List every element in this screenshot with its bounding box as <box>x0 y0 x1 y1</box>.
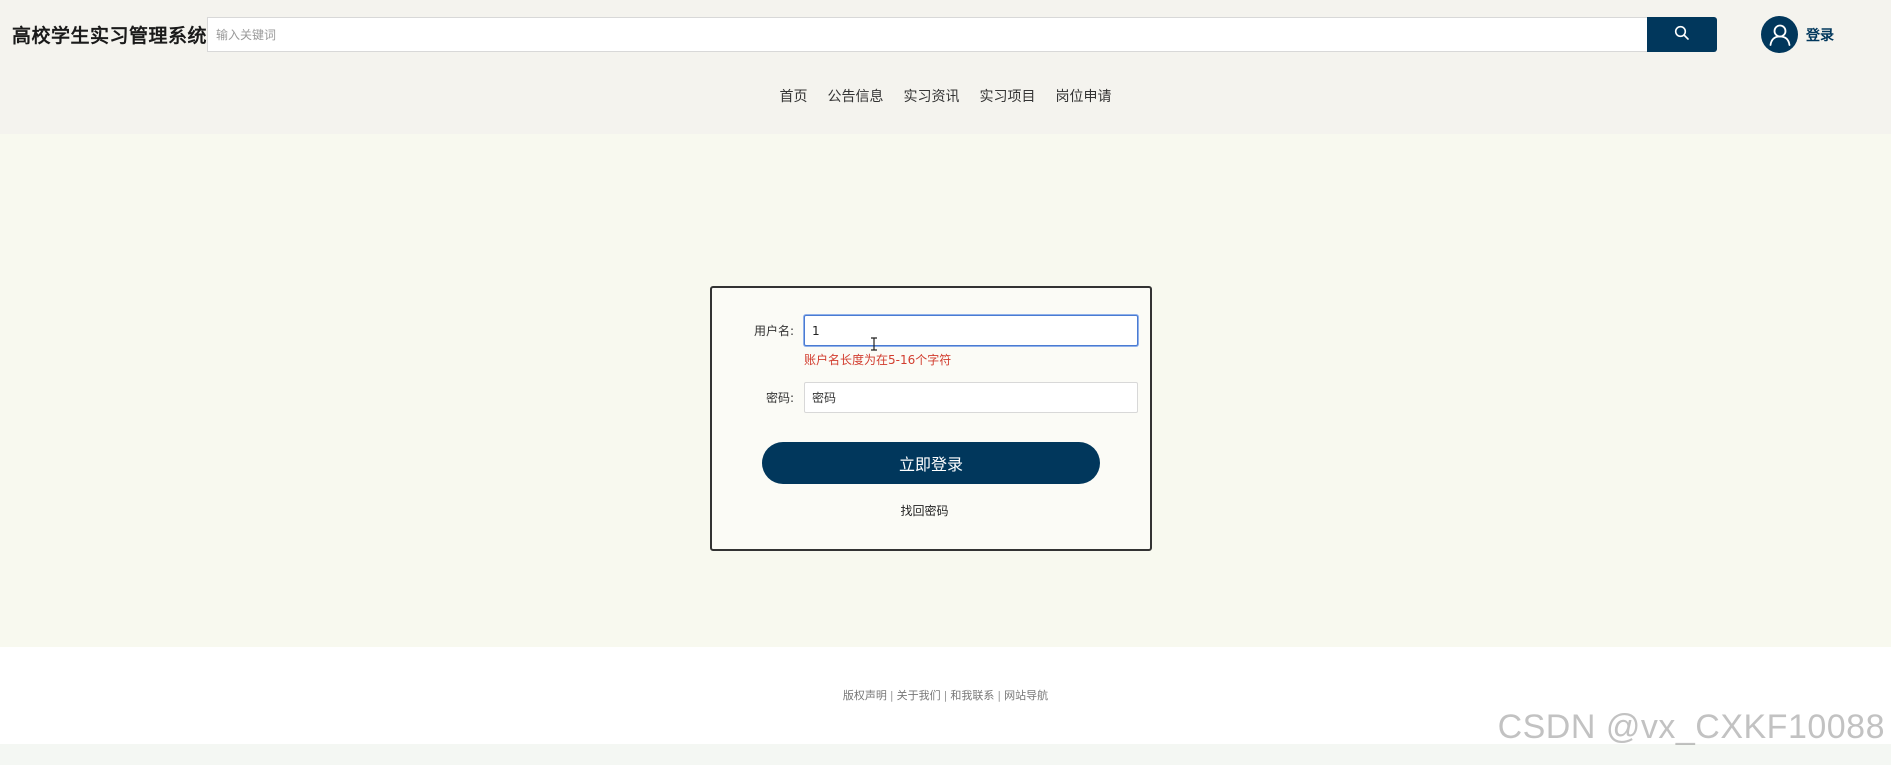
username-input[interactable] <box>804 315 1138 346</box>
footer-separator: | <box>889 689 894 702</box>
nav-item-announcements[interactable]: 公告信息 <box>828 86 884 106</box>
username-label: 用户名: <box>753 324 794 338</box>
search-button[interactable] <box>1647 17 1717 52</box>
footer-link-contact[interactable]: 和我联系 <box>950 689 994 702</box>
nav-item-job-application[interactable]: 岗位申请 <box>1056 86 1112 106</box>
login-link[interactable]: 登录 <box>1806 25 1834 45</box>
nav-item-internship-projects[interactable]: 实习项目 <box>980 86 1036 106</box>
user-icon[interactable] <box>1761 16 1798 53</box>
user-login-area[interactable]: 登录 <box>1761 16 1834 53</box>
search-input[interactable] <box>207 17 1647 52</box>
text-cursor-icon <box>870 336 878 355</box>
main-nav: 首页 公告信息 实习资讯 实习项目 岗位申请 <box>0 86 1891 106</box>
login-form: 用户名: 账户名长度为在5-16个字符 密码: 立即登录 找回密码 <box>710 286 1152 551</box>
nav-item-internship-news[interactable]: 实习资讯 <box>904 86 960 106</box>
forgot-password-link[interactable]: 找回密码 <box>712 502 1137 519</box>
nav-item-home[interactable]: 首页 <box>780 86 808 106</box>
footer-link-about[interactable]: 关于我们 <box>897 689 941 702</box>
footer-links: 版权声明 | 关于我们 | 和我联系 | 网站导航 <box>0 687 1891 703</box>
footer-link-copyright[interactable]: 版权声明 <box>843 689 887 702</box>
login-submit-button[interactable]: 立即登录 <box>762 442 1100 484</box>
footer-separator: | <box>997 689 1002 702</box>
site-title: 高校学生实习管理系统 <box>12 25 208 47</box>
search-icon <box>1674 25 1690 44</box>
password-input[interactable] <box>804 382 1138 413</box>
watermark: CSDN @vx_CXKF10088 <box>1497 708 1885 746</box>
header: 高校学生实习管理系统 登录 首页 公告信息 实习资讯 实习项目 岗位申请 <box>0 0 1891 134</box>
password-label: 密码: <box>765 391 794 405</box>
footer-link-sitemap[interactable]: 网站导航 <box>1004 689 1048 702</box>
footer-separator: | <box>943 689 948 702</box>
